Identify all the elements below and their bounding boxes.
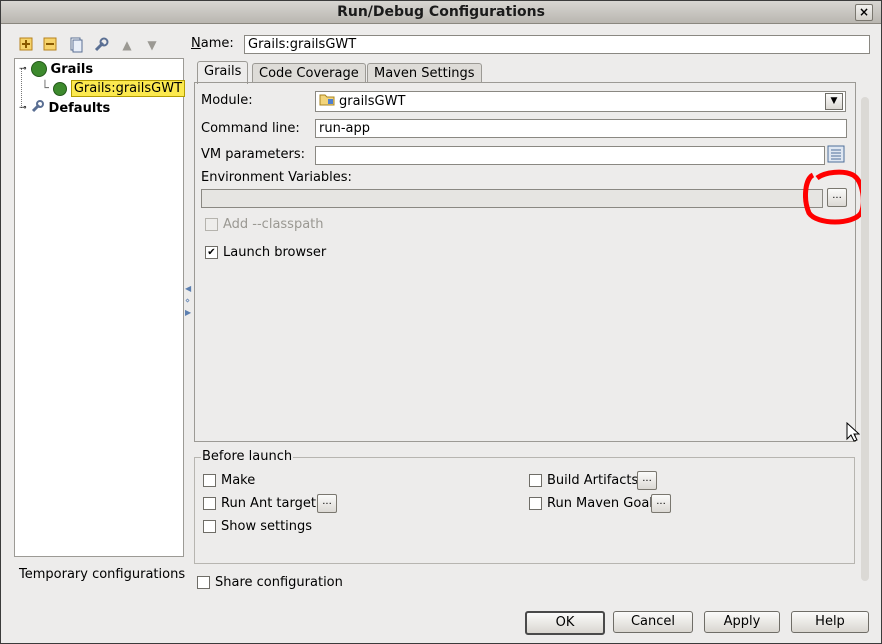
checkbox-box xyxy=(529,474,542,487)
checkmark-icon: ✔ xyxy=(205,246,218,259)
copy-icon[interactable] xyxy=(68,37,84,53)
tree-item-grails-grailsgwt[interactable]: └ Grails:grailsGWT xyxy=(41,80,186,97)
folder-icon xyxy=(319,93,335,111)
config-tree[interactable]: ⊸ Grails └ Grails:grailsGWT ⊸ Defaults xyxy=(14,58,186,557)
name-field[interactable]: Grails:grailsGWT xyxy=(244,35,870,54)
run-maven-goal-browse-button[interactable]: ... xyxy=(651,494,671,513)
run-maven-goal-checkbox[interactable]: Run Maven Goal xyxy=(529,496,653,511)
checkbox-label: Launch browser xyxy=(223,245,327,260)
tree-item-defaults[interactable]: ⊸ Defaults xyxy=(19,99,110,117)
before-launch-title: Before launch xyxy=(201,449,294,464)
add-classpath-checkbox[interactable]: Add --classpath xyxy=(205,217,324,232)
arrow-up-icon[interactable]: ▲ xyxy=(119,37,135,53)
wrench-icon xyxy=(31,99,45,117)
tree-branch: └ xyxy=(41,81,49,96)
run-ant-target-checkbox[interactable]: Run Ant target xyxy=(203,496,316,511)
module-select[interactable]: grailsGWT ▼ xyxy=(315,91,846,112)
tree-item-label: Grails:grailsGWT xyxy=(70,80,186,97)
checkbox-box xyxy=(205,218,218,231)
mouse-cursor-icon xyxy=(846,421,861,446)
checkbox-label: Build Artifacts xyxy=(547,473,639,488)
red-annotation-circle xyxy=(803,169,865,225)
environment-variables-field[interactable] xyxy=(201,189,823,208)
tree-item-grails[interactable]: ⊸ Grails xyxy=(19,61,93,77)
checkbox-label: Show settings xyxy=(221,519,313,534)
vertical-scrollbar[interactable] xyxy=(861,97,869,581)
checkbox-box xyxy=(203,520,216,533)
name-label: Name: xyxy=(191,36,234,51)
remove-icon[interactable] xyxy=(42,37,58,53)
close-button[interactable]: × xyxy=(855,4,873,21)
module-value: grailsGWT xyxy=(339,94,406,109)
share-configuration-checkbox[interactable]: Share configuration xyxy=(197,575,343,590)
grails-icon xyxy=(30,61,47,77)
checkbox-label: Run Maven Goal xyxy=(547,496,653,511)
checkbox-box xyxy=(529,497,542,510)
wrench-icon[interactable] xyxy=(93,37,109,53)
splitter-handle[interactable]: ◀ ⋄ ▶ xyxy=(185,283,191,343)
checkbox-box xyxy=(203,474,216,487)
expand-editor-icon[interactable] xyxy=(827,145,845,163)
module-label: Module: xyxy=(201,93,253,108)
title-bar: Run/Debug Configurations × xyxy=(1,1,881,24)
run-debug-dialog: Run/Debug Configurations × ▲ ▼ ⊸ Grails … xyxy=(0,0,882,644)
tree-item-label: Grails xyxy=(50,61,94,77)
add-icon[interactable] xyxy=(18,37,34,53)
checkbox-label: Make xyxy=(221,473,256,488)
vm-parameters-label: VM parameters: xyxy=(201,147,306,162)
checkbox-box xyxy=(203,497,216,510)
checkbox-label: Share configuration xyxy=(215,575,343,590)
arrow-down-icon[interactable]: ▼ xyxy=(144,37,160,53)
temporary-configurations-label: Temporary configurations xyxy=(19,567,186,582)
expand-icon[interactable]: ⊸ xyxy=(19,64,27,74)
checkbox-box xyxy=(197,576,210,589)
tab-code-coverage[interactable]: Code Coverage xyxy=(252,63,366,83)
tree-item-label: Defaults xyxy=(48,100,111,116)
tab-grails[interactable]: Grails xyxy=(197,61,249,84)
chevron-down-icon[interactable]: ▼ xyxy=(825,93,843,110)
checkbox-label: Add --classpath xyxy=(223,217,324,232)
make-checkbox[interactable]: Make xyxy=(203,473,255,488)
build-artifacts-browse-button[interactable]: ... xyxy=(637,471,657,490)
launch-browser-checkbox[interactable]: ✔ Launch browser xyxy=(205,245,326,260)
command-line-label: Command line: xyxy=(201,121,300,136)
vm-parameters-field[interactable] xyxy=(315,146,825,165)
help-button[interactable]: Help xyxy=(791,611,869,633)
name-label-rest: ame: xyxy=(200,36,234,51)
checkbox-label: Run Ant target xyxy=(221,496,316,511)
cancel-button[interactable]: Cancel xyxy=(613,611,693,633)
apply-button[interactable]: Apply xyxy=(704,611,780,633)
show-settings-checkbox[interactable]: Show settings xyxy=(203,519,312,534)
tab-maven-settings[interactable]: Maven Settings xyxy=(367,63,482,83)
run-ant-target-browse-button[interactable]: ... xyxy=(317,494,337,513)
ok-button[interactable]: OK xyxy=(525,611,605,635)
command-line-field[interactable]: run-app xyxy=(315,119,847,138)
environment-variables-label: Environment Variables: xyxy=(201,170,352,185)
build-artifacts-checkbox[interactable]: Build Artifacts xyxy=(529,473,638,488)
dialog-title: Run/Debug Configurations xyxy=(337,4,545,20)
grails-icon xyxy=(52,81,67,96)
expand-icon[interactable]: ⊸ xyxy=(19,103,27,113)
